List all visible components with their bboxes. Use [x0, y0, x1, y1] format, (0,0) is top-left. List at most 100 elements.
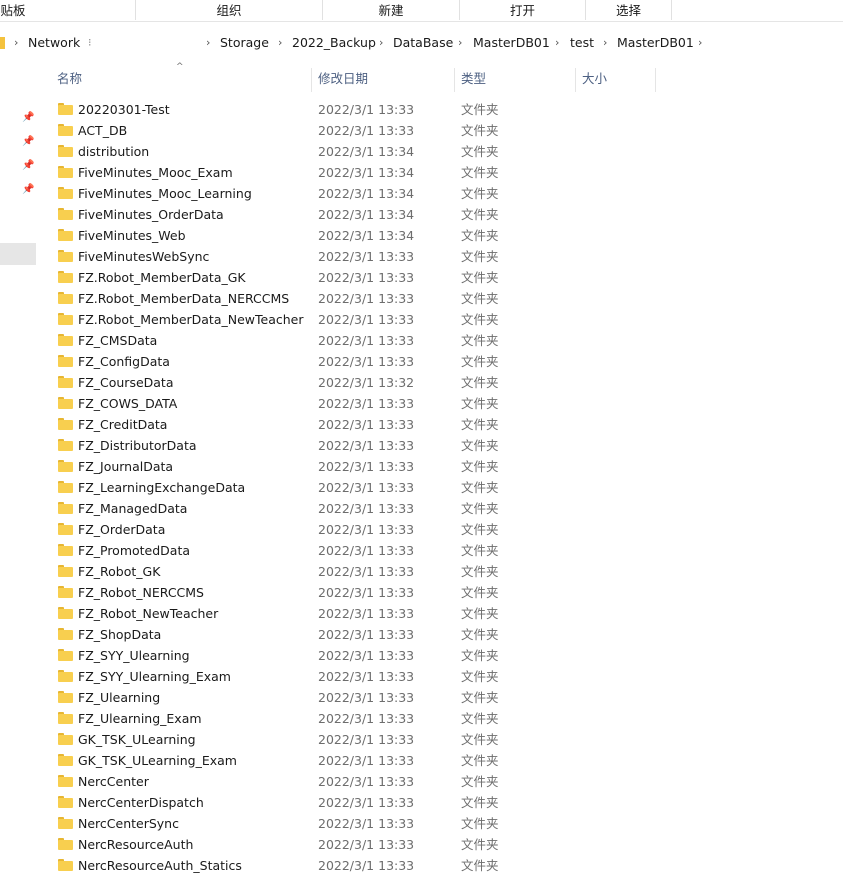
column-divider[interactable]: [311, 68, 312, 92]
breadcrumb-masterdb01[interactable]: MasterDB01: [473, 29, 550, 57]
table-row[interactable]: FiveMinutes_Web 2022/3/1 13:34 文件夹: [36, 225, 843, 246]
table-row[interactable]: NercResourceAuth 2022/3/1 13:33 文件夹: [36, 834, 843, 855]
table-row[interactable]: FZ_COWS_DATA 2022/3/1 13:33 文件夹: [36, 393, 843, 414]
ribbon-group-organize: 组织: [216, 3, 242, 18]
file-modified-date: 2022/3/1 13:33: [318, 606, 415, 621]
table-row[interactable]: FZ_DistributorData 2022/3/1 13:33 文件夹: [36, 435, 843, 456]
file-modified-date: 2022/3/1 13:33: [318, 858, 415, 873]
chevron-right-icon[interactable]: ›: [379, 29, 383, 57]
table-row[interactable]: FiveMinutes_Mooc_Learning 2022/3/1 13:34 文…: [36, 183, 843, 204]
file-name: FZ_Robot_GK: [78, 564, 161, 579]
folder-icon: [58, 649, 73, 661]
column-divider[interactable]: [655, 68, 656, 92]
file-type: 文件夹: [461, 543, 499, 558]
file-name: FZ_PromotedData: [78, 543, 191, 558]
file-modified-date: 2022/3/1 13:33: [318, 732, 415, 747]
file-modified-date: 2022/3/1 13:33: [318, 543, 415, 558]
file-type: 文件夹: [461, 333, 499, 348]
table-row[interactable]: FiveMinutes_Mooc_Exam 2022/3/1 13:34 文件夹: [36, 162, 843, 183]
folder-icon: [58, 292, 73, 304]
file-type: 文件夹: [461, 459, 499, 474]
table-row[interactable]: FZ.Robot_MemberData_GK 2022/3/1 13:33 文件夹: [36, 267, 843, 288]
file-modified-date: 2022/3/1 13:33: [318, 417, 415, 432]
table-row[interactable]: NercCenter 2022/3/1 13:33 文件夹: [36, 771, 843, 792]
file-name: NercResourceAuth_Statics: [78, 858, 242, 873]
table-row[interactable]: FiveMinutesWebSync 2022/3/1 13:33 文件夹: [36, 246, 843, 267]
file-modified-date: 2022/3/1 13:34: [318, 228, 415, 243]
chevron-right-icon[interactable]: ›: [14, 29, 18, 57]
table-row[interactable]: GK_TSK_ULearning_Exam 2022/3/1 13:33 文件夹: [36, 750, 843, 771]
nav-selected-item[interactable]: [0, 243, 36, 265]
table-row[interactable]: FZ.Robot_MemberData_NERCCMS 2022/3/1 13:3…: [36, 288, 843, 309]
pin-icon[interactable]: 📌: [22, 160, 34, 172]
table-row[interactable]: FZ_Robot_NewTeacher 2022/3/1 13:33 文件夹: [36, 603, 843, 624]
column-divider[interactable]: [454, 68, 455, 92]
file-name: FiveMinutes_Mooc_Exam: [78, 165, 233, 180]
file-type: 文件夹: [461, 795, 499, 810]
pin-icon[interactable]: 📌: [22, 136, 34, 148]
table-row[interactable]: FZ.Robot_MemberData_NewTeacher 2022/3/1 1…: [36, 309, 843, 330]
chevron-right-icon[interactable]: ›: [278, 29, 282, 57]
file-name: FiveMinutes_Web: [78, 228, 186, 243]
file-type: 文件夹: [461, 312, 499, 327]
table-row[interactable]: FZ_CMSData 2022/3/1 13:33 文件夹: [36, 330, 843, 351]
table-row[interactable]: FZ_Ulearning_Exam 2022/3/1 13:33 文件夹: [36, 708, 843, 729]
column-divider[interactable]: [575, 68, 576, 92]
table-row[interactable]: FZ_CreditData 2022/3/1 13:33 文件夹: [36, 414, 843, 435]
table-row[interactable]: FZ_SYY_Ulearning_Exam 2022/3/1 13:33 文件夹: [36, 666, 843, 687]
column-header-type[interactable]: 类型: [461, 68, 486, 90]
table-row[interactable]: FZ_ManagedData 2022/3/1 13:33 文件夹: [36, 498, 843, 519]
file-name: NercCenterSync: [78, 816, 179, 831]
folder-icon: [58, 691, 73, 703]
table-row[interactable]: FZ_LearningExchangeData 2022/3/1 13:33 文件夹: [36, 477, 843, 498]
table-row[interactable]: FZ_Robot_NERCCMS 2022/3/1 13:33 文件夹: [36, 582, 843, 603]
folder-icon: [58, 607, 73, 619]
breadcrumb-database[interactable]: DataBase: [393, 29, 453, 57]
file-modified-date: 2022/3/1 13:33: [318, 312, 415, 327]
table-row[interactable]: FZ_SYY_Ulearning 2022/3/1 13:33 文件夹: [36, 645, 843, 666]
file-type: 文件夹: [461, 501, 499, 516]
folder-icon: [58, 229, 73, 241]
table-row[interactable]: FZ_PromotedData 2022/3/1 13:33 文件夹: [36, 540, 843, 561]
folder-icon: [58, 733, 73, 745]
table-row[interactable]: FZ_ConfigData 2022/3/1 13:33 文件夹: [36, 351, 843, 372]
table-row[interactable]: distribution 2022/3/1 13:34 文件夹: [36, 141, 843, 162]
table-row[interactable]: FZ_OrderData 2022/3/1 13:33 文件夹: [36, 519, 843, 540]
table-row[interactable]: NercCenterDispatch 2022/3/1 13:33 文件夹: [36, 792, 843, 813]
folder-icon: [58, 523, 73, 535]
column-header-size[interactable]: 大小: [582, 68, 607, 90]
table-row[interactable]: ACT_DB 2022/3/1 13:33 文件夹: [36, 120, 843, 141]
table-row[interactable]: FiveMinutes_OrderData 2022/3/1 13:34 文件夹: [36, 204, 843, 225]
ribbon-divider: [671, 0, 672, 20]
file-modified-date: 2022/3/1 13:33: [318, 501, 415, 516]
folder-icon: [58, 313, 73, 325]
table-row[interactable]: FZ_Robot_GK 2022/3/1 13:33 文件夹: [36, 561, 843, 582]
pin-icon[interactable]: 📌: [22, 184, 34, 196]
table-row[interactable]: GK_TSK_ULearning 2022/3/1 13:33 文件夹: [36, 729, 843, 750]
folder-icon: [58, 103, 73, 115]
table-row[interactable]: NercResourceAuth_Statics 2022/3/1 13:33 文件…: [36, 855, 843, 876]
chevron-right-icon[interactable]: ›: [458, 29, 462, 57]
breadcrumb-2022-backup[interactable]: 2022_Backup: [292, 29, 376, 57]
column-header-name[interactable]: 名称: [57, 68, 82, 90]
table-row[interactable]: NercCenterSync 2022/3/1 13:33 文件夹: [36, 813, 843, 834]
breadcrumb-storage[interactable]: Storage: [220, 29, 269, 57]
table-row[interactable]: FZ_ShopData 2022/3/1 13:33 文件夹: [36, 624, 843, 645]
pin-icon[interactable]: 📌: [22, 112, 34, 124]
breadcrumb-network[interactable]: Network: [28, 29, 80, 57]
file-modified-date: 2022/3/1 13:33: [318, 438, 415, 453]
folder-icon: [58, 859, 73, 871]
table-row[interactable]: FZ_Ulearning 2022/3/1 13:33 文件夹: [36, 687, 843, 708]
table-row[interactable]: FZ_JournalData 2022/3/1 13:33 文件夹: [36, 456, 843, 477]
file-modified-date: 2022/3/1 13:33: [318, 123, 415, 138]
column-header-modified[interactable]: 修改日期: [318, 68, 368, 90]
file-name: FZ_SYY_Ulearning: [78, 648, 190, 663]
file-type: 文件夹: [461, 627, 499, 642]
table-row[interactable]: FZ_CourseData 2022/3/1 13:32 文件夹: [36, 372, 843, 393]
file-type: 文件夹: [461, 669, 499, 684]
chevron-right-icon[interactable]: ›: [206, 29, 210, 57]
table-row[interactable]: 20220301-Test 2022/3/1 13:33 文件夹: [36, 99, 843, 120]
file-name: FZ.Robot_MemberData_NewTeacher: [78, 312, 304, 327]
file-name: FZ_ManagedData: [78, 501, 188, 516]
file-type: 文件夹: [461, 480, 499, 495]
